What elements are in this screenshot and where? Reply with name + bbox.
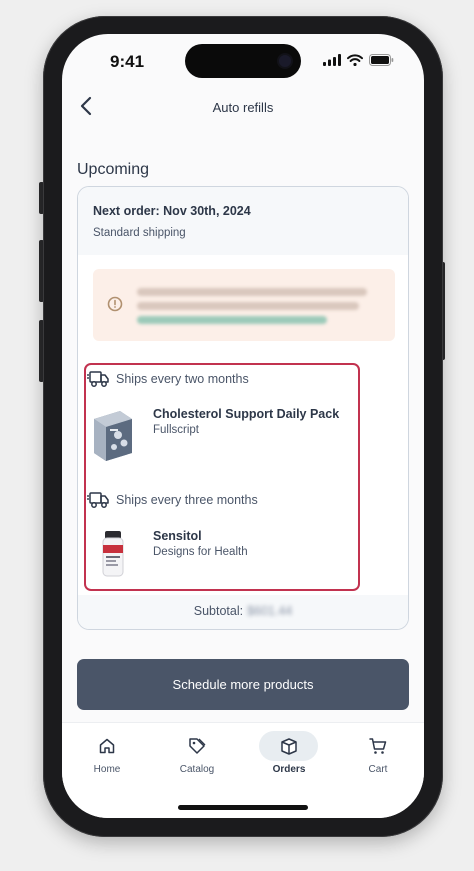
product-brand: Designs for Health: [153, 546, 248, 558]
tab-label: Home: [93, 764, 121, 775]
separate-shipment-notice: [93, 269, 395, 341]
box-icon: [281, 738, 297, 755]
shipping-frequency-label: Ships every three months: [116, 493, 258, 507]
camera-icon: [279, 55, 291, 67]
page-title: Auto refills: [212, 100, 274, 115]
home-indicator: [178, 805, 308, 810]
tab-catalog[interactable]: Catalog: [162, 733, 232, 783]
app-screen: 9:41 Auto refills Upcoming Next order: N…: [62, 34, 424, 818]
product-item[interactable]: Sensitol Designs for Health: [90, 529, 248, 579]
bottom-tab-bar: Home Catalog Orders Cart: [62, 722, 424, 818]
signal-icon: [323, 54, 341, 66]
notice-learn-more-link[interactable]: [137, 316, 327, 324]
shipping-frequency-row: Ships every two months: [87, 370, 249, 388]
shipping-frequency-label: Ships every two months: [116, 372, 249, 386]
section-title: Upcoming: [77, 161, 150, 178]
product-image: [102, 531, 124, 577]
notice-text-line-1: [137, 288, 367, 296]
product-brand: Fullscript: [153, 424, 200, 436]
upcoming-order-card: Next order: Nov 30th, 2024 Standard ship…: [77, 186, 409, 630]
cart-icon: [369, 738, 387, 754]
wifi-icon: [347, 54, 363, 66]
next-order-date: Next order: Nov 30th, 2024: [93, 204, 251, 218]
notice-text-line-2: [137, 302, 359, 310]
subtotal-amount: $601.44: [247, 604, 293, 618]
product-name: Cholesterol Support Daily Pack: [153, 407, 340, 421]
tab-orders[interactable]: Orders: [254, 731, 324, 783]
shipping-frequency-row: Ships every three months: [87, 491, 258, 509]
order-card-header: Next order: Nov 30th, 2024 Standard ship…: [78, 187, 408, 255]
dynamic-island: [185, 44, 301, 78]
tag-icon: [189, 738, 206, 754]
product-item[interactable]: Cholesterol Support Daily Pack Fullscrip…: [90, 407, 339, 463]
tab-home[interactable]: Home: [72, 733, 142, 783]
delivery-truck-icon: [87, 371, 109, 387]
order-subtotal: Subtotal: $601.44: [78, 595, 408, 629]
subtotal-label: Subtotal:: [193, 604, 244, 618]
tab-label: Orders: [272, 764, 306, 775]
tab-label: Catalog: [179, 764, 215, 775]
tab-cart[interactable]: Cart: [343, 733, 413, 783]
product-name: Sensitol: [153, 529, 202, 543]
battery-icon: [369, 54, 394, 66]
alert-circle-icon: [107, 296, 123, 312]
home-icon: [99, 738, 115, 754]
schedule-more-products-button[interactable]: Schedule more products: [77, 659, 409, 710]
status-icons: [323, 54, 394, 66]
delivery-truck-icon: [87, 492, 109, 508]
shipping-method: Standard shipping: [93, 227, 186, 239]
status-time: 9:41: [110, 52, 145, 71]
tab-label: Cart: [368, 764, 388, 775]
product-image: [94, 411, 132, 461]
